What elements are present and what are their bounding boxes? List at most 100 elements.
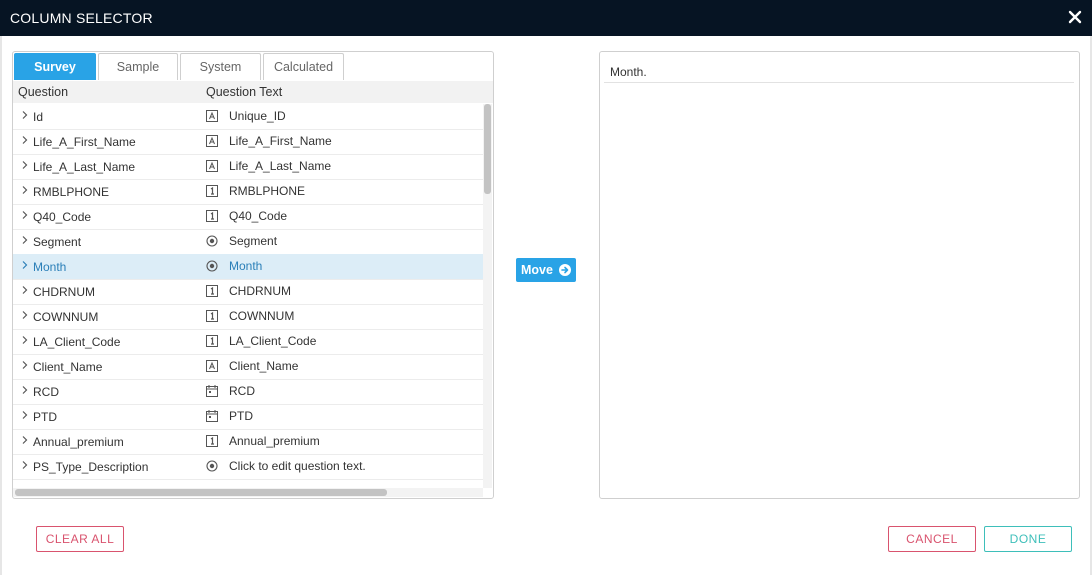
question-row[interactable]: RCD RCD — [13, 379, 483, 405]
number-type-icon — [206, 335, 218, 347]
question-name: RMBLPHONE — [33, 185, 110, 199]
horizontal-scroll-thumb[interactable] — [15, 489, 387, 496]
selected-column-label: Month. — [610, 65, 647, 79]
horizontal-scrollbar[interactable] — [13, 488, 483, 497]
question-text[interactable]: Unique_ID — [229, 109, 286, 123]
tab-calculated[interactable]: Calculated — [263, 53, 344, 80]
question-name: Annual_premium — [33, 435, 124, 449]
question-text[interactable]: Q40_Code — [229, 209, 287, 223]
chevron-right-icon[interactable] — [21, 310, 29, 320]
dialog-titlebar: COLUMN SELECTOR — [0, 0, 1092, 36]
chevron-right-icon[interactable] — [21, 385, 29, 395]
question-text[interactable]: COWNNUM — [229, 309, 294, 323]
chevron-right-icon[interactable] — [21, 285, 29, 295]
chevron-right-icon[interactable] — [21, 185, 29, 195]
question-text[interactable]: LA_Client_Code — [229, 334, 316, 348]
question-row[interactable]: PTD PTD — [13, 404, 483, 430]
clear-all-button[interactable]: CLEAR ALL — [36, 526, 124, 552]
chevron-right-icon[interactable] — [21, 235, 29, 245]
question-row[interactable]: Id Unique_ID — [13, 104, 483, 130]
question-name: Life_A_First_Name — [33, 135, 136, 149]
question-row[interactable]: CHDRNUM CHDRNUM — [13, 279, 483, 305]
date-type-icon — [206, 410, 218, 422]
text-type-icon — [206, 160, 218, 172]
question-row[interactable]: RMBLPHONE RMBLPHONE — [13, 179, 483, 205]
column-header-question-text[interactable]: Question Text — [206, 85, 282, 99]
question-name: Segment — [33, 235, 82, 249]
chevron-right-icon[interactable] — [21, 160, 29, 170]
vertical-scroll-thumb[interactable] — [484, 104, 491, 194]
question-row[interactable]: PS_Type_Description Click to edit questio… — [13, 454, 483, 480]
text-type-icon — [206, 360, 218, 372]
chevron-right-icon[interactable] — [21, 110, 29, 120]
number-type-icon — [206, 310, 218, 322]
question-text[interactable]: Annual_premium — [229, 434, 320, 448]
question-name: PTD — [33, 410, 57, 424]
question-row[interactable]: Annual_premium Annual_premium — [13, 429, 483, 455]
question-name: Client_Name — [33, 360, 103, 374]
question-text[interactable]: CHDRNUM — [229, 284, 291, 298]
question-row[interactable]: Life_A_First_Name Life_A_First_Name — [13, 129, 483, 155]
chevron-right-icon[interactable] — [21, 460, 29, 470]
move-button-label: Move — [521, 263, 553, 277]
question-text[interactable]: Month — [229, 259, 262, 273]
question-text[interactable]: PTD — [229, 409, 253, 423]
cancel-button[interactable]: CANCEL — [888, 526, 976, 552]
move-button[interactable]: Move — [516, 258, 576, 282]
question-name: Id — [33, 110, 44, 124]
chevron-right-icon[interactable] — [21, 260, 29, 270]
question-text[interactable]: Click to edit question text. — [229, 459, 366, 473]
chevron-right-icon[interactable] — [21, 360, 29, 370]
question-text[interactable]: RCD — [229, 384, 255, 398]
grid-header: Question Question Text — [13, 81, 493, 103]
question-name: COWNNUM — [33, 310, 99, 324]
number-type-icon — [206, 185, 218, 197]
close-icon[interactable] — [1066, 8, 1084, 26]
dialog-title: COLUMN SELECTOR — [10, 10, 153, 26]
number-type-icon — [206, 435, 218, 447]
chevron-right-icon[interactable] — [21, 410, 29, 420]
question-text[interactable]: Life_A_Last_Name — [229, 159, 331, 173]
text-type-icon — [206, 135, 218, 147]
question-name: PS_Type_Description — [33, 460, 149, 474]
question-text[interactable]: Segment — [229, 234, 277, 248]
number-type-icon — [206, 210, 218, 222]
question-name: RCD — [33, 385, 59, 399]
question-row[interactable]: LA_Client_Code LA_Client_Code — [13, 329, 483, 355]
number-type-icon — [206, 285, 218, 297]
question-text[interactable]: Client_Name — [229, 359, 298, 373]
tab-system[interactable]: System — [180, 53, 261, 80]
question-text[interactable]: Life_A_First_Name — [229, 134, 332, 148]
question-row[interactable]: COWNNUM COWNNUM — [13, 304, 483, 330]
text-type-icon — [206, 110, 218, 122]
selected-column-item[interactable]: Month. — [604, 56, 1074, 83]
question-name: Month — [33, 260, 67, 274]
column-header-question[interactable]: Question — [18, 85, 68, 99]
question-name: Q40_Code — [33, 210, 92, 224]
question-row[interactable]: Client_Name Client_Name — [13, 354, 483, 380]
question-row[interactable]: Month Month — [13, 254, 483, 280]
question-text[interactable]: RMBLPHONE — [229, 184, 305, 198]
question-list: Id Unique_ID Life_A_First_Name Life_A_First… — [13, 104, 483, 488]
tab-sample[interactable]: Sample — [98, 53, 178, 80]
question-browser-panel: Survey Sample System Calculated Question… — [12, 51, 494, 499]
question-row[interactable]: Life_A_Last_Name Life_A_Last_Name — [13, 154, 483, 180]
question-row[interactable]: Q40_Code Q40_Code — [13, 204, 483, 230]
dialog-left-edge — [0, 36, 2, 575]
question-row[interactable]: Segment Segment — [13, 229, 483, 255]
chevron-right-icon[interactable] — [21, 135, 29, 145]
single-choice-icon — [206, 460, 218, 472]
single-choice-icon — [206, 260, 218, 272]
chevron-right-icon[interactable] — [21, 210, 29, 220]
tab-survey[interactable]: Survey — [14, 53, 96, 80]
date-type-icon — [206, 385, 218, 397]
chevron-right-icon[interactable] — [21, 335, 29, 345]
done-button[interactable]: DONE — [984, 526, 1072, 552]
selected-columns-panel: Month. — [599, 51, 1080, 499]
chevron-right-icon[interactable] — [21, 435, 29, 445]
question-name: Life_A_Last_Name — [33, 160, 136, 174]
vertical-scrollbar[interactable] — [483, 104, 492, 488]
single-choice-icon — [206, 235, 218, 247]
question-name: LA_Client_Code — [33, 335, 121, 349]
arrow-right-circle-icon — [559, 264, 571, 276]
